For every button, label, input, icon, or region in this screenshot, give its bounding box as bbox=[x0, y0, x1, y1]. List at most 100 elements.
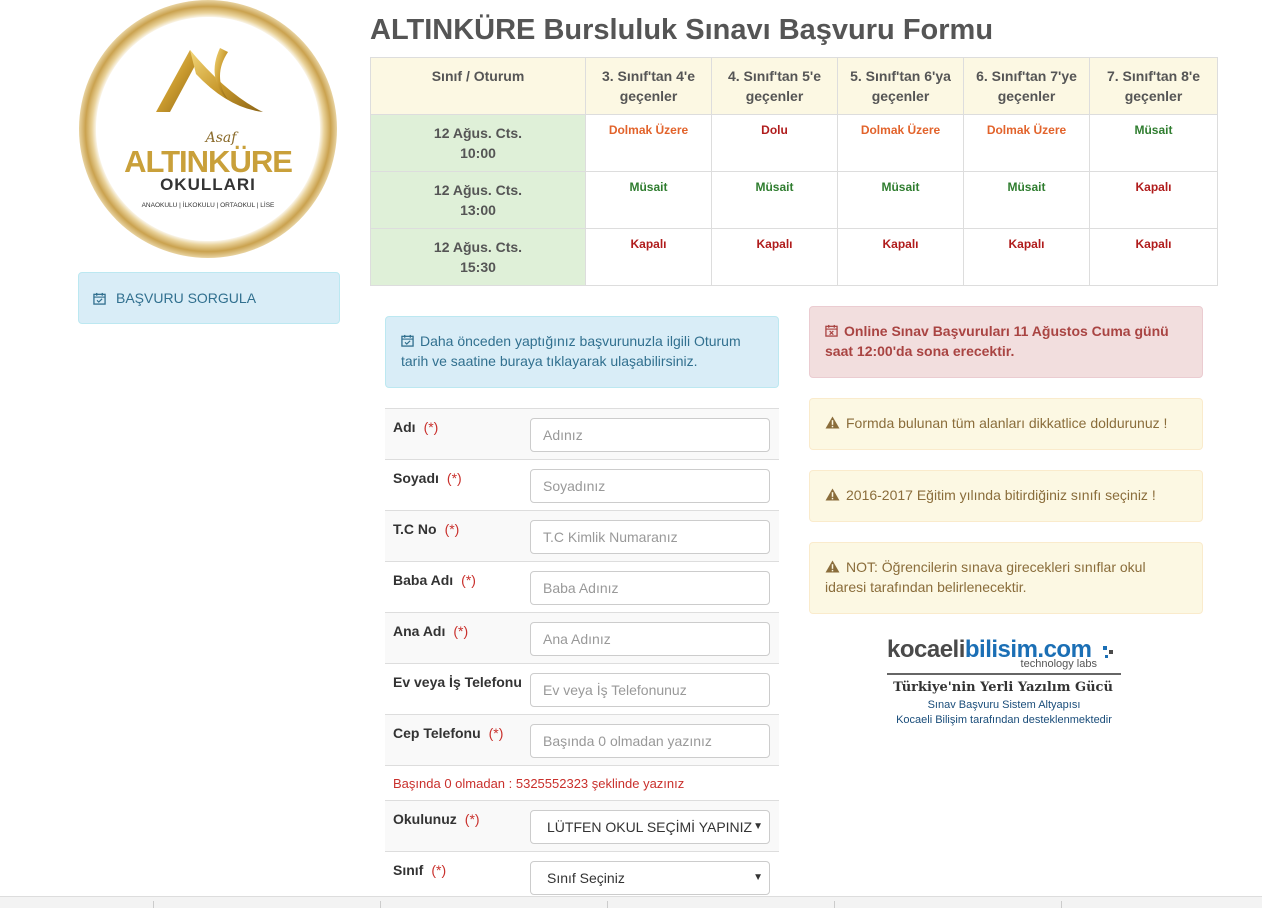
bottom-bar bbox=[0, 896, 1262, 908]
phone-hint: Başında 0 olmadan : 5325552323 şeklinde … bbox=[393, 776, 685, 791]
form-row-soyad: Soyadı (*) bbox=[385, 459, 779, 510]
schedule-table: Sınıf / Oturum 3. Sınıf'tan 4'e geçenler … bbox=[370, 57, 1218, 286]
tc-input[interactable] bbox=[530, 520, 770, 554]
form-row-baba: Baba Adı (*) bbox=[385, 561, 779, 612]
header-class-column: 4. Sınıf'tan 5'e geçenler bbox=[711, 57, 838, 115]
form-row-okul: Okulunuz (*) LÜTFEN OKUL SEÇİMİ YAPINIZ ▼ bbox=[385, 800, 779, 851]
okul-label: Okulunuz (*) bbox=[393, 811, 480, 827]
session-slot: 12 Ağus. Cts. 15:30 bbox=[370, 228, 586, 286]
sinif-select[interactable]: Sınıf Seçiniz ▼ bbox=[530, 861, 770, 895]
form-row-cep: Cep Telefonu (*) bbox=[385, 714, 779, 765]
ad-label: Adı (*) bbox=[393, 419, 439, 435]
basvuru-sorgula-label: BAŞVURU SORGULA bbox=[116, 290, 257, 306]
soyad-label: Soyadı (*) bbox=[393, 470, 462, 486]
status-cell: Müsait bbox=[963, 171, 1090, 229]
partner-sub1: Sınav Başvuru Sistem Altyapısı bbox=[927, 699, 1081, 711]
header-class-column: 5. Sınıf'tan 6'ya geçenler bbox=[837, 57, 964, 115]
status-cell: Kapalı bbox=[963, 228, 1090, 286]
status-cell: Kapalı bbox=[1089, 171, 1218, 229]
status-cell: Müsait bbox=[585, 171, 712, 229]
sinif-label: Sınıf (*) bbox=[393, 862, 447, 878]
form-row-evtel: Ev veya İş Telefonu bbox=[385, 663, 779, 714]
status-cell: Dolmak Üzere bbox=[837, 114, 964, 172]
warning-text: NOT: Öğrencilerin sınava girecekleri sın… bbox=[825, 559, 1146, 595]
calendar-times-icon bbox=[825, 324, 838, 337]
required-mark: (*) bbox=[431, 862, 447, 878]
calendar-check-icon bbox=[401, 334, 414, 347]
status-cell: Müsait bbox=[837, 171, 964, 229]
warning-alert: 2016-2017 Eğitim yılında bitirdiğiniz sı… bbox=[809, 470, 1203, 522]
schedule-header-row: Sınıf / Oturum 3. Sınıf'tan 4'e geçenler … bbox=[370, 57, 1218, 115]
session-slot: 12 Ağus. Cts. 10:00 bbox=[370, 114, 586, 172]
warning-alert: Formda bulunan tüm alanları dikkatlice d… bbox=[809, 398, 1203, 450]
required-mark: (*) bbox=[423, 419, 439, 435]
status-cell: Kapalı bbox=[711, 228, 838, 286]
logo-brand: ALTINKÜRE bbox=[124, 144, 292, 179]
warning-icon bbox=[825, 488, 840, 501]
soyad-input[interactable] bbox=[530, 469, 770, 503]
okul-select[interactable]: LÜTFEN OKUL SEÇİMİ YAPINIZ ▼ bbox=[530, 810, 770, 844]
logo-sub: OKULLARI bbox=[160, 175, 256, 194]
ana-label: Ana Adı (*) bbox=[393, 623, 469, 639]
baba-label: Baba Adı (*) bbox=[393, 572, 476, 588]
tc-label: T.C No (*) bbox=[393, 521, 460, 537]
header-class-column: 3. Sınıf'tan 4'e geçenler bbox=[585, 57, 712, 115]
deadline-alert: Online Sınav Başvuruları 11 Ağustos Cuma… bbox=[809, 306, 1203, 378]
logo-levels: ANAOKULU | İLKOKULU | ORTAOKUL | LİSE bbox=[142, 200, 275, 209]
partner-slogan: Türkiye'nin Yerli Yazılım Gücü bbox=[893, 680, 1113, 695]
evtel-label: Ev veya İş Telefonu bbox=[393, 674, 522, 690]
partner-sub2: Kocaeli Bilişim tarafından desteklenmekt… bbox=[896, 714, 1112, 726]
ana-input[interactable] bbox=[530, 622, 770, 656]
form-row-ana: Ana Adı (*) bbox=[385, 612, 779, 663]
partner-tagline: technology labs bbox=[1021, 658, 1098, 670]
required-mark: (*) bbox=[446, 470, 462, 486]
warning-text: 2016-2017 Eğitim yılında bitirdiğiniz sı… bbox=[846, 487, 1156, 503]
form-row-sinif: Sınıf (*) Sınıf Seçiniz ▼ bbox=[385, 851, 779, 902]
ad-input[interactable] bbox=[530, 418, 770, 452]
status-cell: Kapalı bbox=[585, 228, 712, 286]
warning-alert: NOT: Öğrencilerin sınava girecekleri sın… bbox=[809, 542, 1203, 614]
deadline-text: Online Sınav Başvuruları 11 Ağustos Cuma… bbox=[825, 323, 1169, 359]
status-cell: Müsait bbox=[711, 171, 838, 229]
status-cell: Müsait bbox=[1089, 114, 1218, 172]
status-cell: Dolu bbox=[711, 114, 838, 172]
required-mark: (*) bbox=[453, 623, 469, 639]
session-info-link[interactable]: Daha önceden yaptığınız başvurunuzla ilg… bbox=[385, 316, 779, 388]
table-row: 12 Ağus. Cts. 15:30 Kapalı Kapalı Kapalı … bbox=[370, 228, 1218, 286]
status-cell: Kapalı bbox=[837, 228, 964, 286]
altinkure-logo: Asaf ALTINKÜRE OKULLARI ANAOKULU | İLKOK… bbox=[79, 0, 337, 258]
status-cell: Dolmak Üzere bbox=[963, 114, 1090, 172]
cep-label: Cep Telefonu (*) bbox=[393, 725, 504, 741]
cep-input[interactable] bbox=[530, 724, 770, 758]
sinif-selected: Sınıf Seçiniz bbox=[547, 870, 625, 886]
page-title: ALTINKÜRE Bursluluk Sınavı Başvuru Formu bbox=[370, 14, 994, 46]
header-class-column: 6. Sınıf'tan 7'ye geçenler bbox=[963, 57, 1090, 115]
status-cell: Dolmak Üzere bbox=[585, 114, 712, 172]
required-mark: (*) bbox=[488, 725, 504, 741]
session-info-text: Daha önceden yaptığınız başvurunuzla ilg… bbox=[401, 333, 741, 369]
application-form: Adı(*) Soyadı(*) T.C No(*) Baba Adı(*) A… bbox=[385, 408, 779, 902]
session-slot: 12 Ağus. Cts. 13:00 bbox=[370, 171, 586, 229]
basvuru-sorgula-button[interactable]: BAŞVURU SORGULA bbox=[78, 272, 340, 324]
baba-input[interactable] bbox=[530, 571, 770, 605]
header-class-session: Sınıf / Oturum bbox=[370, 57, 586, 115]
warning-icon bbox=[825, 416, 840, 429]
warning-icon bbox=[825, 560, 840, 573]
partner-name-1: kocaeli bbox=[887, 636, 965, 663]
dropdown-caret-icon: ▼ bbox=[753, 821, 763, 832]
dropdown-caret-icon: ▼ bbox=[753, 872, 763, 883]
table-row: 12 Ağus. Cts. 10:00 Dolmak Üzere Dolu Dol… bbox=[370, 114, 1218, 172]
form-row-ad: Adı (*) bbox=[385, 408, 779, 459]
required-mark: (*) bbox=[461, 572, 476, 588]
evtel-input[interactable] bbox=[530, 673, 770, 707]
okul-selected: LÜTFEN OKUL SEÇİMİ YAPINIZ bbox=[547, 819, 753, 835]
required-mark: (*) bbox=[444, 521, 460, 537]
form-row-tc: T.C No (*) bbox=[385, 510, 779, 561]
calendar-check-icon bbox=[93, 292, 106, 305]
header-class-column: 7. Sınıf'tan 8'e geçenler bbox=[1089, 57, 1218, 115]
warning-text: Formda bulunan tüm alanları dikkatlice d… bbox=[846, 415, 1168, 431]
required-mark: (*) bbox=[464, 811, 480, 827]
table-row: 12 Ağus. Cts. 13:00 Müsait Müsait Müsait … bbox=[370, 171, 1218, 229]
form-row-hint: Başında 0 olmadan : 5325552323 şeklinde … bbox=[385, 765, 779, 800]
status-cell: Kapalı bbox=[1089, 228, 1218, 286]
